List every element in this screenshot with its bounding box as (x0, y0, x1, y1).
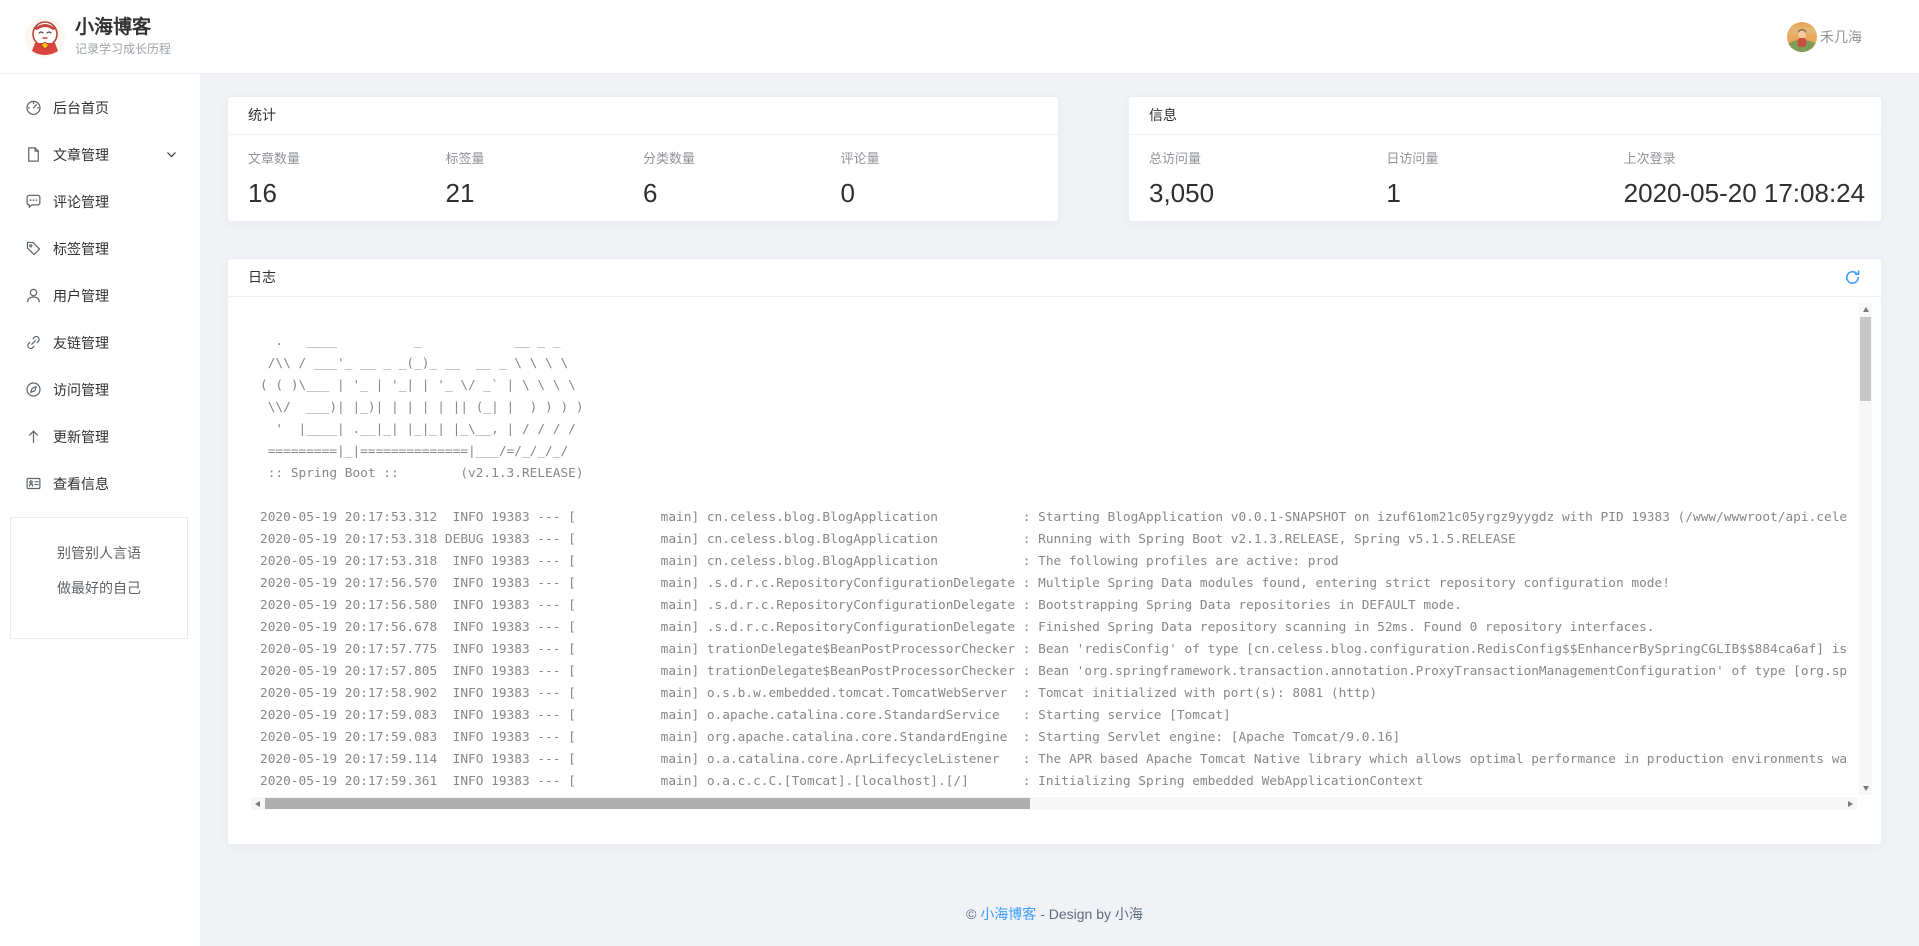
main-layout: 后台首页 文章管理 评论管理 标签管 (0, 74, 1919, 946)
motto-box: 别管别人言语 做最好的自己 (10, 517, 188, 639)
refresh-icon[interactable] (1844, 269, 1861, 286)
sidebar-item-label: 文章管理 (53, 145, 109, 165)
vertical-scrollbar[interactable] (1859, 303, 1872, 795)
brand-text: 小海博客 记录学习成长历程 (75, 17, 171, 57)
footer-brand-link[interactable]: 小海博客 (980, 906, 1036, 922)
sidebar-item-label: 用户管理 (53, 286, 109, 306)
top-cards-row: 统计 文章数量 16 标签量 21 分类数量 6 (227, 96, 1882, 222)
chevron-down-icon (165, 148, 178, 161)
comment-icon (25, 193, 42, 210)
info-card-header: 信息 (1129, 97, 1881, 135)
motto-line-2: 做最好的自己 (11, 574, 187, 602)
stats-card-header: 统计 (228, 97, 1058, 135)
metric-total-visits: 总访问量 3,050 (1149, 151, 1386, 208)
top-bar: 小海博客 记录学习成长历程 禾几海 (0, 0, 1919, 74)
link-icon (25, 334, 42, 351)
sidebar-item-label: 后台首页 (53, 98, 109, 118)
stats-card-title: 统计 (248, 107, 276, 124)
dashboard-icon (25, 99, 42, 116)
site-subtitle: 记录学习成长历程 (75, 41, 171, 57)
sidebar-item-links[interactable]: 友链管理 (0, 319, 200, 366)
sidebar-item-label: 友链管理 (53, 333, 109, 353)
tag-icon (25, 240, 42, 257)
metric-article-count: 文章数量 16 (248, 151, 446, 208)
footer-copyright: © (966, 906, 980, 922)
stats-card: 统计 文章数量 16 标签量 21 分类数量 6 (227, 96, 1059, 222)
footer: © 小海博客 - Design by 小海 (227, 845, 1882, 924)
main-content: 统计 文章数量 16 标签量 21 分类数量 6 (200, 74, 1919, 946)
sidebar-item-label: 访问管理 (53, 380, 109, 400)
metric-tag-count: 标签量 21 (446, 151, 644, 208)
metric-last-login: 上次登录 2020-05-20 17:08:24 (1624, 151, 1861, 208)
user-icon (25, 287, 42, 304)
sidebar-item-visits[interactable]: 访问管理 (0, 366, 200, 413)
user-avatar[interactable] (1787, 22, 1817, 52)
document-icon (25, 146, 42, 163)
log-output: . ____ _ __ _ _ /\\ / ___'_ __ _ _(_)_ _… (228, 297, 1881, 793)
user-name[interactable]: 禾几海 (1820, 27, 1862, 47)
blog-logo-icon (25, 17, 65, 57)
scroll-right-arrow-icon[interactable] (1844, 797, 1857, 810)
metric-comment-count: 评论量 0 (841, 151, 1039, 208)
sidebar: 后台首页 文章管理 评论管理 标签管 (0, 74, 200, 946)
up-arrow-icon (25, 428, 42, 445)
info-card: 信息 总访问量 3,050 日访问量 1 上次登录 2020-05-20 17:… (1128, 96, 1882, 222)
sidebar-item-label: 查看信息 (53, 474, 109, 494)
sidebar-item-info[interactable]: 查看信息 (0, 460, 200, 507)
sidebar-menu: 后台首页 文章管理 评论管理 标签管 (0, 84, 200, 507)
id-card-icon (25, 475, 42, 492)
log-card-header: 日志 (228, 259, 1881, 297)
sidebar-item-articles[interactable]: 文章管理 (0, 131, 200, 178)
sidebar-item-comments[interactable]: 评论管理 (0, 178, 200, 225)
sidebar-item-label: 更新管理 (53, 427, 109, 447)
footer-design-by: - Design by 小海 (1036, 906, 1143, 922)
horizontal-scrollbar-thumb[interactable] (265, 798, 1030, 809)
sidebar-item-label: 评论管理 (53, 192, 109, 212)
site-title: 小海博客 (75, 17, 171, 39)
scroll-up-arrow-icon[interactable] (1859, 303, 1872, 316)
brand: 小海博客 记录学习成长历程 (25, 17, 171, 57)
scroll-left-arrow-icon[interactable] (251, 797, 264, 810)
metric-category-count: 分类数量 6 (643, 151, 841, 208)
sidebar-item-label: 标签管理 (53, 239, 109, 259)
compass-icon (25, 381, 42, 398)
scroll-down-arrow-icon[interactable] (1859, 782, 1872, 795)
vertical-scrollbar-thumb[interactable] (1860, 317, 1871, 401)
horizontal-scrollbar[interactable] (251, 797, 1857, 810)
motto-line-1: 别管别人言语 (11, 539, 187, 567)
info-metrics: 总访问量 3,050 日访问量 1 上次登录 2020-05-20 17:08:… (1129, 135, 1881, 208)
info-card-title: 信息 (1149, 107, 1177, 124)
sidebar-item-tags[interactable]: 标签管理 (0, 225, 200, 272)
log-card: 日志 . ____ _ __ _ _ /\\ / ___'_ __ _ _(_)… (227, 258, 1882, 845)
stats-metrics: 文章数量 16 标签量 21 分类数量 6 评论量 0 (228, 135, 1058, 208)
sidebar-item-updates[interactable]: 更新管理 (0, 413, 200, 460)
sidebar-item-users[interactable]: 用户管理 (0, 272, 200, 319)
log-console: . ____ _ __ _ _ /\\ / ___'_ __ _ _(_)_ _… (228, 297, 1881, 810)
sidebar-item-dashboard[interactable]: 后台首页 (0, 84, 200, 131)
log-card-title: 日志 (248, 269, 276, 286)
user-menu[interactable]: 禾几海 (1787, 22, 1862, 52)
metric-daily-visits: 日访问量 1 (1386, 151, 1623, 208)
